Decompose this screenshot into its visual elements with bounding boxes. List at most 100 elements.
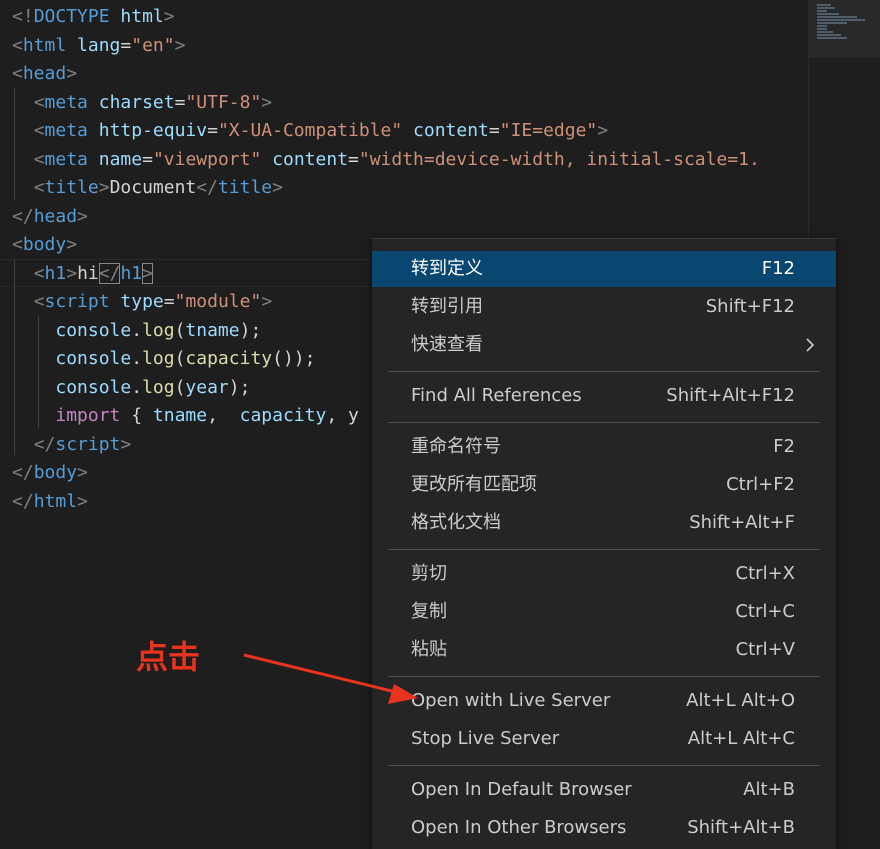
menu-item[interactable]: Open In Default Browser Alt+B — [372, 772, 836, 808]
code-line: import { tname, capacity, y — [12, 402, 359, 430]
code-token: "viewport" — [152, 148, 262, 170]
menu-item[interactable]: 粘贴 Ctrl+V — [372, 632, 836, 668]
menu-item[interactable]: 重命名符号 F2 — [372, 429, 836, 465]
code-line: <script type="module"> — [12, 288, 272, 316]
code-token: . — [131, 376, 143, 398]
code-token: "module" — [174, 291, 262, 312]
code-token: script — [55, 433, 121, 455]
code-token: body — [33, 462, 78, 483]
code-token: console — [55, 319, 132, 341]
code-token: ); — [239, 319, 262, 341]
code-token: > — [142, 262, 153, 284]
menu-item[interactable]: 转到引用 Shift+F12 — [372, 289, 836, 325]
menu-item-shortcut: Shift+Alt+F — [689, 512, 795, 533]
code-token: console — [55, 348, 132, 369]
menu-item-label: 粘贴 — [411, 639, 447, 660]
code-token: < — [33, 177, 45, 198]
code-line: console.log(capacity()); — [12, 345, 315, 373]
code-token: "width=device-width, initial-scale=1. — [358, 148, 760, 170]
code-token: </ — [98, 262, 121, 284]
code-line: <meta http-equiv="X-UA-Compatible" conte… — [12, 117, 608, 145]
code-token: = — [120, 34, 132, 56]
menu-item-shortcut: Shift+F12 — [705, 296, 795, 317]
code-token: title — [44, 177, 99, 198]
code-line: <html lang="en"> — [12, 32, 185, 60]
code-token: html — [120, 6, 164, 27]
menu-item[interactable]: Open In Other Browsers Shift+Alt+B — [372, 810, 836, 846]
code-token: h1 — [120, 262, 143, 284]
menu-item-shortcut: Alt+B — [743, 779, 795, 800]
code-token: < — [33, 91, 45, 113]
menu-item[interactable]: 更改所有匹配项 Ctrl+F2 — [372, 467, 836, 503]
menu-item[interactable]: 复制 Ctrl+C — [372, 594, 836, 630]
code-token: </ — [196, 177, 218, 198]
menu-item-shortcut: Ctrl+V — [735, 639, 795, 660]
menu-item[interactable]: 转到定义 F12 — [372, 251, 836, 287]
code-token: < — [12, 234, 23, 255]
menu-item-shortcut: Shift+Alt+F12 — [666, 385, 795, 406]
code-token: ( — [174, 376, 186, 398]
code-line: <h1>hi</h1> — [12, 260, 153, 288]
code-line: </body> — [12, 459, 88, 487]
code-token: year — [185, 376, 229, 398]
code-token: ); — [228, 376, 251, 398]
menu-item-label: 快速查看 — [411, 334, 483, 355]
code-token: > — [120, 433, 132, 455]
menu-item-label: 剪切 — [411, 563, 447, 584]
code-token: < — [12, 63, 23, 84]
menu-item-label: 转到引用 — [411, 296, 483, 317]
code-token: > — [597, 120, 609, 141]
code-line: <meta name="viewport" content="width=dev… — [12, 146, 760, 174]
code-token: > — [174, 34, 186, 56]
code-token: > — [77, 205, 88, 227]
code-token: { — [120, 405, 153, 426]
code-token: = — [174, 91, 186, 113]
menu-item-shortcut: Shift+Alt+B — [687, 817, 795, 838]
code-token: body — [22, 234, 67, 255]
code-token: > — [98, 177, 110, 198]
code-token: meta — [44, 91, 88, 113]
code-token: charset — [98, 91, 175, 113]
menu-item-shortcut: F2 — [773, 436, 795, 457]
code-line: </script> — [12, 431, 132, 459]
menu-item-label: 更改所有匹配项 — [411, 474, 537, 495]
code-token: = — [163, 291, 175, 312]
code-token: tname — [185, 319, 240, 341]
code-token: > — [66, 234, 78, 255]
code-token: > — [77, 462, 88, 483]
code-token: = — [488, 120, 500, 141]
code-token: DOCTYPE — [33, 6, 110, 27]
code-token: content — [272, 148, 349, 170]
menu-item-label: 重命名符号 — [411, 436, 501, 457]
code-token: hi — [77, 262, 99, 284]
code-line: console.log(year); — [12, 374, 250, 402]
code-line: <head> — [12, 60, 77, 88]
menu-item[interactable]: 格式化文档 Shift+Alt+F — [372, 505, 836, 541]
code-token: > — [261, 291, 273, 312]
code-token: < — [12, 34, 23, 56]
context-menu: 转到定义 F12 转到引用 Shift+F12 快速查看 Find All Referen… — [372, 238, 836, 849]
chevron-right-icon — [804, 327, 816, 374]
menu-item-label: Open In Default Browser — [411, 779, 632, 800]
menu-item-shortcut: Ctrl+F2 — [726, 474, 795, 495]
menu-item[interactable]: Find All References Shift+Alt+F12 — [372, 378, 836, 414]
code-token: , y — [326, 405, 359, 426]
menu-item[interactable]: Open with Live Server Alt+L Alt+O — [372, 683, 836, 719]
menu-item[interactable]: 快速查看 — [372, 327, 836, 363]
code-token: http-equiv — [98, 120, 208, 141]
code-token: meta — [44, 148, 88, 170]
menu-item-shortcut: Alt+L Alt+C — [687, 728, 795, 749]
menu-item-label: Open with Live Server — [411, 690, 611, 711]
menu-item[interactable]: Stop Live Server Alt+L Alt+C — [372, 721, 836, 757]
menu-item[interactable]: 剪切 Ctrl+X — [372, 556, 836, 592]
